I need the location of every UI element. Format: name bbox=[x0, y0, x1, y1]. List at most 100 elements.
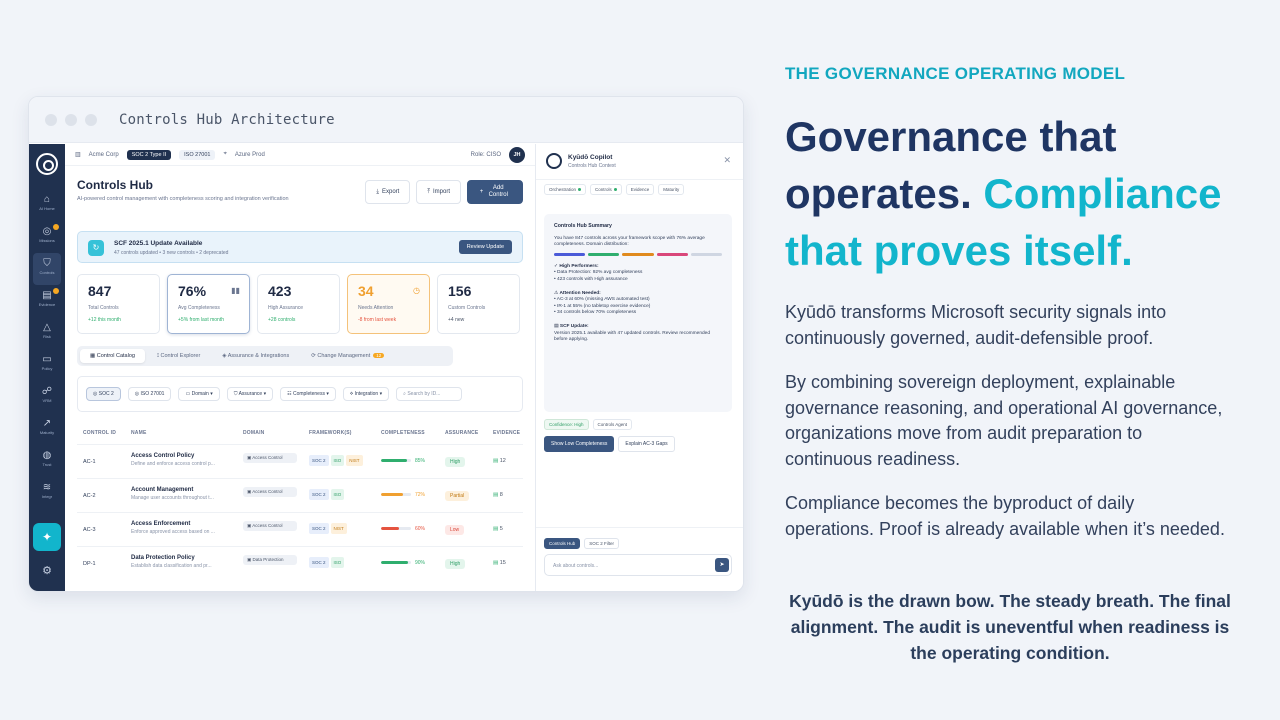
role-label: Role: CISO bbox=[470, 151, 501, 158]
control-name[interactable]: Access Control Policy bbox=[131, 453, 235, 459]
top-bar: ▥ Acme Corp SOC 2 Type II ISO 27001 ⌖ Az… bbox=[65, 144, 535, 166]
export-icon: ⤓ bbox=[376, 188, 379, 195]
tab-control-explorer[interactable]: ⟟ Control Explorer bbox=[147, 349, 210, 364]
evidence-count: ▤ 5 bbox=[493, 526, 503, 532]
filter-soc2[interactable]: ◎ SOC 2 bbox=[86, 387, 121, 401]
explain-gaps-button[interactable]: Explain AC-3 Gaps bbox=[618, 436, 675, 452]
stat-cards: 847 Total Controls +12 this month ▮▮ 76%… bbox=[77, 274, 520, 334]
completeness-bar bbox=[381, 493, 411, 497]
file-icon: ▤ bbox=[493, 560, 500, 566]
send-icon[interactable]: ➤ bbox=[715, 558, 729, 572]
framework-tag: ISO bbox=[330, 557, 345, 568]
copilot-tab-controls[interactable]: Controls bbox=[590, 184, 622, 195]
control-name[interactable]: Data Protection Policy bbox=[131, 555, 235, 561]
sidebar-item-ai-home[interactable]: ⌂ AI Home bbox=[29, 189, 65, 221]
copilot-tab-evidence[interactable]: Evidence bbox=[625, 184, 655, 195]
filter-domain[interactable]: ▭ Domain ▾ bbox=[178, 387, 220, 401]
assurance-badge: Partial bbox=[445, 491, 470, 501]
filter-completeness[interactable]: ☷ Completeness ▾ bbox=[280, 387, 336, 401]
shield-icon: ⛉ bbox=[43, 258, 51, 269]
domain-tag: ▣ Data Protection bbox=[243, 555, 297, 565]
file-icon: ▤ bbox=[493, 526, 500, 532]
notification-badge bbox=[53, 224, 59, 230]
framework-pill-soc2[interactable]: SOC 2 Type II bbox=[126, 149, 172, 160]
filter-assurance[interactable]: ⛉ Assurance ▾ bbox=[226, 387, 274, 401]
table-row[interactable]: DP-1 Data Protection Policy Establish data… bbox=[77, 546, 523, 580]
framework-tag: SOC 2 bbox=[309, 455, 329, 466]
app-logo-icon[interactable] bbox=[36, 153, 58, 175]
completeness-fill bbox=[381, 527, 399, 531]
sidebar-item-missions[interactable]: ◎ Missions bbox=[29, 221, 65, 253]
sidebar-item-vrm[interactable]: ☍ VRM bbox=[29, 381, 65, 413]
tab-control-catalog[interactable]: ▦ Control Catalog bbox=[80, 349, 145, 363]
add-control-button[interactable]: + Add Control bbox=[467, 180, 523, 204]
context-tag-soc2-filter[interactable]: SOC 2 Filter bbox=[584, 538, 620, 549]
copilot-tab-orchestration[interactable]: Orchestration bbox=[544, 184, 587, 195]
stat-card-total[interactable]: 847 Total Controls +12 this month bbox=[77, 274, 160, 334]
control-id: AC-2 bbox=[83, 493, 96, 499]
sidebar-item-integr[interactable]: ≋ Integr bbox=[29, 477, 65, 509]
show-low-completeness-button[interactable]: Show Low Completeness bbox=[544, 436, 615, 452]
globe-icon: ◍ bbox=[42, 450, 52, 461]
copilot-tab-maturity[interactable]: Maturity bbox=[658, 184, 685, 195]
completeness-value: 60% bbox=[415, 526, 426, 532]
control-desc: Define and enforce access control p... bbox=[131, 461, 215, 467]
tab-assurance[interactable]: ◈ Assurance & Integrations bbox=[212, 349, 299, 363]
framework-pill-iso[interactable]: ISO 27001 bbox=[179, 149, 216, 160]
control-name[interactable]: Access Enforcement bbox=[131, 521, 235, 527]
environment-selector[interactable]: Azure Prod bbox=[235, 152, 265, 158]
file-icon: ▤ bbox=[493, 492, 500, 498]
view-tabs: ▦ Control Catalog ⟟ Control Explorer ◈ A… bbox=[77, 346, 453, 366]
copilot-logo-icon bbox=[546, 153, 562, 169]
sidebar-item-controls[interactable]: ⛉ Controls bbox=[33, 253, 61, 285]
tab-change-management[interactable]: ⟳ Change Management 12 bbox=[301, 349, 394, 363]
table-row[interactable]: AC-1 Access Control Policy Define and enfo… bbox=[77, 444, 523, 478]
filter-integration[interactable]: ⟡ Integration ▾ bbox=[342, 387, 390, 401]
org-selector[interactable]: Acme Corp bbox=[89, 152, 119, 158]
table-row[interactable]: AC-3 Access Enforcement Enforce approved a… bbox=[77, 512, 523, 546]
stat-card-high-assurance[interactable]: 423 High Assurance +28 controls bbox=[257, 274, 340, 334]
sidebar-item-evidence[interactable]: ▤ Evidence bbox=[29, 285, 65, 317]
search-input[interactable]: ⌕ Search by ID... bbox=[396, 387, 463, 401]
bar-chart-icon: ▮▮ bbox=[231, 286, 240, 295]
framework-tag: SOC 2 bbox=[309, 523, 329, 534]
copilot-input[interactable]: Ask about controls... bbox=[544, 554, 732, 576]
sidebar-item-policy[interactable]: ▭ Policy bbox=[29, 349, 65, 381]
completeness-bar bbox=[381, 527, 411, 531]
import-button[interactable]: ⤒ Import bbox=[416, 180, 461, 204]
stat-card-needs-attention[interactable]: ◷ 34 Needs Attention -8 from last week bbox=[347, 274, 430, 334]
evidence-count: ▤ 8 bbox=[493, 492, 503, 498]
export-button[interactable]: ⤓ Export bbox=[365, 180, 411, 204]
filter-iso[interactable]: ◎ ISO 27001 bbox=[127, 387, 172, 401]
banner-subtitle: 47 controls updated • 3 new controls • 2… bbox=[114, 250, 229, 256]
completeness-value: 90% bbox=[415, 560, 426, 566]
window-maximize-dot[interactable] bbox=[85, 113, 97, 126]
completeness-fill bbox=[381, 561, 408, 565]
banner-title: SCF 2025.1 Update Available bbox=[114, 240, 203, 247]
import-icon: ⤒ bbox=[427, 188, 430, 195]
page-subtitle: AI-powered control management with compl… bbox=[77, 196, 289, 202]
file-icon: ▤ bbox=[493, 458, 500, 464]
avatar[interactable]: JH bbox=[509, 146, 525, 163]
sidebar-item-maturity[interactable]: ↗ Maturity bbox=[29, 413, 65, 445]
window-minimize-dot[interactable] bbox=[65, 113, 77, 126]
close-icon[interactable]: ✕ bbox=[723, 155, 731, 166]
stat-card-completeness[interactable]: ▮▮ 76% Avg Completeness +5% from last mo… bbox=[167, 274, 250, 334]
context-tag-controls-hub[interactable]: Controls Hub bbox=[544, 538, 581, 549]
evidence-count: ▤ 15 bbox=[493, 560, 506, 566]
sidebar-item-trust[interactable]: ◍ Trust bbox=[29, 445, 65, 477]
alert-icon: △ bbox=[43, 322, 51, 333]
chart-icon: ↗ bbox=[42, 418, 52, 429]
control-name[interactable]: Account Management bbox=[131, 487, 235, 493]
framework-tag: ISO bbox=[330, 455, 345, 466]
window-close-dot[interactable] bbox=[45, 113, 57, 126]
ai-assistant-icon[interactable]: ✦ bbox=[33, 523, 61, 551]
review-update-button[interactable]: Review Update bbox=[458, 240, 512, 254]
sidebar-item-risk[interactable]: △ Risk bbox=[29, 317, 65, 349]
evidence-count: ▤ 12 bbox=[493, 458, 506, 464]
filter-bar: ◎ SOC 2 ◎ ISO 27001 ▭ Domain ▾ ⛉ Assuran… bbox=[77, 376, 523, 412]
stat-card-custom[interactable]: 156 Custom Controls +4 new bbox=[437, 274, 520, 334]
table-row[interactable]: AC-2 Account Management Manage user accoun… bbox=[77, 478, 523, 512]
framework-tag: SOC 2 bbox=[309, 557, 329, 568]
gear-icon[interactable]: ⚙ bbox=[29, 564, 65, 577]
